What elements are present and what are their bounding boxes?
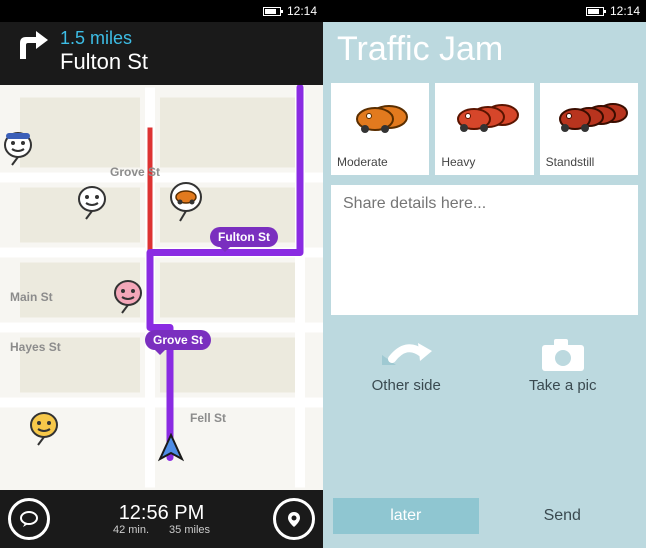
battery-icon bbox=[586, 7, 604, 16]
map-view[interactable]: Grove St Main St Hayes St Fell St Fulton… bbox=[0, 85, 323, 490]
turn-right-icon bbox=[10, 29, 50, 74]
eta-distance: 35 miles bbox=[169, 524, 210, 536]
nav-street: Fulton St bbox=[60, 49, 148, 75]
severity-standstill[interactable]: Standstill bbox=[540, 83, 638, 175]
battery-icon bbox=[263, 7, 281, 16]
wazer-icon[interactable] bbox=[28, 411, 60, 449]
swap-arrows-icon bbox=[331, 333, 482, 377]
nav-instruction-text: 1.5 miles Fulton St bbox=[60, 28, 148, 75]
reports-button[interactable] bbox=[8, 498, 50, 540]
recenter-button[interactable] bbox=[273, 498, 315, 540]
traffic-report-pin[interactable] bbox=[168, 181, 204, 223]
status-time: 12:14 bbox=[287, 4, 317, 18]
cars-icon bbox=[547, 83, 631, 155]
send-button[interactable]: Send bbox=[489, 498, 637, 534]
eta-panel[interactable]: 12:56 PM 42 min. 35 miles bbox=[113, 502, 210, 536]
cars-icon bbox=[345, 83, 415, 155]
street-label-grove: Grove St bbox=[110, 165, 160, 179]
street-label-fell: Fell St bbox=[190, 411, 226, 425]
nav-distance: 1.5 miles bbox=[60, 28, 148, 49]
route-bubble-fulton[interactable]: Fulton St bbox=[210, 227, 278, 247]
camera-icon bbox=[488, 333, 639, 377]
severity-label: Heavy bbox=[435, 155, 475, 169]
wazer-icon[interactable] bbox=[76, 185, 108, 223]
action-label: Other side bbox=[331, 377, 482, 394]
other-side-button[interactable]: Other side bbox=[331, 333, 482, 394]
page-title: Traffic Jam bbox=[323, 22, 646, 83]
status-bar: 12:14 bbox=[323, 0, 646, 22]
bottom-bar: 12:56 PM 42 min. 35 miles bbox=[0, 490, 323, 548]
status-bar: 12:14 bbox=[0, 0, 323, 22]
status-time: 12:14 bbox=[610, 4, 640, 18]
wazer-icon[interactable] bbox=[112, 279, 144, 317]
street-label-hayes: Hayes St bbox=[10, 340, 61, 354]
action-label: Take a pic bbox=[488, 377, 639, 394]
severity-label: Moderate bbox=[331, 155, 388, 169]
take-pic-button[interactable]: Take a pic bbox=[488, 333, 639, 394]
nav-instruction-banner[interactable]: 1.5 miles Fulton St bbox=[0, 22, 323, 85]
eta-duration: 42 min. bbox=[113, 524, 149, 536]
severity-moderate[interactable]: Moderate bbox=[331, 83, 429, 175]
later-button[interactable]: later bbox=[333, 498, 479, 534]
phone-navigation: 12:14 1.5 miles Fulton St bbox=[0, 0, 323, 548]
severity-heavy[interactable]: Heavy bbox=[435, 83, 533, 175]
street-label-main: Main St bbox=[10, 290, 53, 304]
current-location-cursor bbox=[158, 433, 184, 468]
arrival-time: 12:56 PM bbox=[113, 502, 210, 524]
severity-label: Standstill bbox=[540, 155, 595, 169]
bottom-buttons: later Send bbox=[323, 498, 646, 548]
route-bubble-grove[interactable]: Grove St bbox=[145, 330, 211, 350]
wazer-icon[interactable] bbox=[2, 131, 34, 169]
severity-row: Moderate Heavy bbox=[323, 83, 646, 175]
actions-row: Other side Take a pic bbox=[323, 315, 646, 394]
details-input[interactable] bbox=[331, 185, 638, 315]
cars-icon bbox=[444, 83, 524, 155]
phone-report: 12:14 Traffic Jam Moderate bbox=[323, 0, 646, 548]
